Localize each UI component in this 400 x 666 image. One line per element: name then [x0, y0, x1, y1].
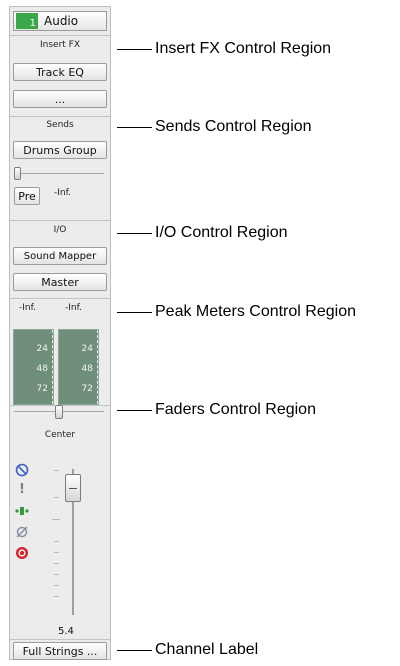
divider	[10, 116, 110, 117]
divider	[10, 298, 110, 299]
callout-io-text: I/O Control Region	[155, 224, 288, 241]
divider	[10, 220, 110, 221]
track-number: 1	[29, 18, 36, 29]
peak-left-value: -Inf.	[19, 303, 36, 313]
meter-tick: 72	[36, 384, 48, 394]
callout-peak-meters-text: Peak Meters Control Region	[155, 303, 356, 320]
peak-meter-left: 24 48 72	[13, 329, 54, 405]
meter-tick: 72	[81, 384, 93, 394]
io-header: I/O	[53, 225, 67, 235]
pre-button[interactable]: Pre	[14, 187, 40, 205]
track-number-badge: 1	[16, 13, 38, 29]
meter-tick: 48	[81, 364, 93, 374]
callout-channel-label-text: Channel Label	[155, 641, 259, 658]
callout-faders-text: Faders Control Region	[155, 401, 316, 418]
callout-io: I/O Control Region	[117, 224, 288, 242]
input-selector[interactable]: Sound Mapper	[13, 247, 107, 265]
insert-fx-slot-2[interactable]: ...	[13, 90, 107, 108]
pan-thumb[interactable]	[55, 405, 63, 419]
peak-meter-right: 24 48 72	[58, 329, 99, 405]
callout-faders: Faders Control Region	[117, 401, 316, 419]
solo-icon[interactable]: !	[15, 483, 29, 497]
callout-insert-fx: Insert FX Control Region	[117, 40, 331, 58]
track-header[interactable]: 1 Audio	[13, 11, 107, 31]
send-level-slider[interactable]	[14, 167, 104, 181]
insert-fx-slot-1[interactable]: Track EQ	[13, 63, 107, 81]
sends-header: Sends	[46, 120, 74, 130]
channel-strip: 1 Audio Insert FX Track EQ ... Sends Dru…	[9, 6, 111, 660]
send-target-button[interactable]: Drums Group	[13, 141, 107, 159]
callout-sends-text: Sends Control Region	[155, 118, 312, 135]
send-level-thumb[interactable]	[14, 167, 21, 180]
meter-tick: 24	[36, 344, 48, 354]
pan-slider[interactable]	[14, 405, 104, 419]
divider	[10, 35, 110, 36]
channel-label-button[interactable]: Full Strings ...	[13, 642, 107, 660]
send-level-value: -Inf.	[54, 188, 71, 198]
output-selector[interactable]: Master	[13, 273, 107, 291]
callout-insert-fx-text: Insert FX Control Region	[155, 40, 332, 57]
phase-icon[interactable]	[15, 525, 29, 539]
divider	[10, 639, 110, 640]
pan-label: Center	[44, 430, 76, 440]
meter-tick: 48	[36, 364, 48, 374]
callout-channel-label: Channel Label	[117, 641, 258, 659]
volume-value: 5.4	[58, 626, 74, 637]
meter-tick: 24	[81, 344, 93, 354]
callout-sends: Sends Control Region	[117, 118, 312, 136]
mute-icon[interactable]	[15, 463, 29, 477]
insert-fx-header: Insert FX	[39, 40, 81, 50]
record-arm-icon[interactable]	[15, 546, 29, 560]
peak-right-value: -Inf.	[65, 303, 82, 313]
track-name: Audio	[44, 14, 79, 28]
volume-fader-thumb[interactable]	[65, 474, 81, 502]
callout-peak-meters: Peak Meters Control Region	[117, 303, 356, 321]
input-echo-icon[interactable]	[15, 504, 29, 518]
